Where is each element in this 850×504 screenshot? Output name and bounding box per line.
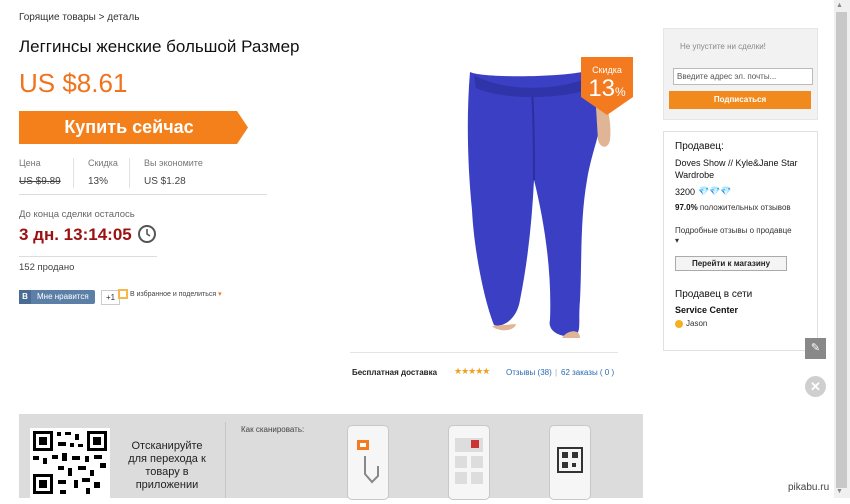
- scroll-down-icon[interactable]: ▼: [836, 488, 843, 495]
- seller-score: 3200: [675, 187, 696, 197]
- qr-code-icon: [30, 428, 110, 498]
- product-title: Леггинсы женские большой Размер: [19, 37, 300, 56]
- vk-like-button[interactable]: В Мне нравится: [19, 290, 95, 304]
- price-stats: Цена US $9.89 Скидка 13% Вы экономите US…: [19, 158, 267, 195]
- product-price: US $8.61: [19, 68, 128, 98]
- breadcrumb[interactable]: Горящие товары > деталь: [19, 12, 139, 23]
- vk-like-label: Мне нравится: [37, 292, 89, 301]
- edit-icon[interactable]: ✎: [805, 338, 826, 359]
- stat-price-value: US $9.89: [19, 176, 61, 187]
- stat-price-label: Цена: [19, 158, 41, 168]
- subscribe-button[interactable]: Подписаться: [669, 91, 811, 109]
- chevron-down-icon: ▾: [218, 290, 222, 298]
- newsletter-text: Не упустите ни сделки!: [680, 42, 766, 51]
- deal-countdown-label: До конца сделки осталось: [19, 209, 135, 220]
- sold-count: 152 продано: [19, 262, 75, 273]
- scroll-up-icon[interactable]: ▲: [836, 2, 843, 9]
- reviews-link[interactable]: Отзывы (38): [506, 368, 552, 377]
- go-to-store-button[interactable]: Перейти к магазину: [675, 256, 787, 271]
- divider: [19, 256, 157, 257]
- chevron-down-icon: ▾: [675, 236, 680, 245]
- stat-savings-value: US $1.28: [144, 176, 186, 187]
- stat-savings: Вы экономите US $1.28: [144, 158, 203, 187]
- close-icon[interactable]: ✕: [805, 376, 826, 397]
- how-to-scan-label: Как сканировать:: [241, 425, 305, 434]
- stat-divider: [129, 158, 130, 188]
- phone-step-1-icon: [347, 425, 389, 500]
- stat-divider: [73, 158, 74, 188]
- stat-discount-value: 13%: [88, 176, 109, 187]
- share-icon: [118, 289, 128, 299]
- buy-now-button[interactable]: Купить сейчас: [19, 111, 248, 144]
- seller-details-link[interactable]: Подробные отзывы о продавце ▾: [675, 226, 810, 246]
- watermark: pikabu.ru: [788, 482, 830, 493]
- phone-step-2-icon: [448, 425, 490, 500]
- phone-step-3-icon: [549, 425, 591, 500]
- free-shipping: Бесплатная доставка: [352, 368, 438, 377]
- favorite-share-label: В избранное и поделиться: [129, 290, 217, 298]
- service-center-label: Service Center: [675, 305, 739, 315]
- divider: [225, 422, 226, 498]
- stat-price: Цена US $9.89: [19, 158, 61, 187]
- scrollbar-thumb[interactable]: [836, 12, 847, 488]
- orders-link[interactable]: 62 заказы ( 0 ): [561, 368, 614, 377]
- buy-now-label: Купить сейчас: [64, 117, 194, 137]
- rating-stars: ★★★★★: [454, 366, 490, 376]
- stat-discount: Скидка 13%: [88, 158, 118, 187]
- vk-logo-icon: В: [19, 290, 31, 304]
- stat-discount-label: Скидка: [88, 158, 118, 168]
- divider: [350, 352, 618, 353]
- discount-badge-label: Скидка: [592, 65, 622, 75]
- chat-user-link[interactable]: Jason: [675, 319, 707, 328]
- separator: |: [555, 368, 558, 377]
- email-field[interactable]: [673, 68, 813, 85]
- qr-instruction-text: Отсканируйте для перехода к товару в при…: [128, 440, 206, 491]
- seller-name-link[interactable]: Doves Show // Kyle&Jane Star Wardrobe: [675, 157, 805, 181]
- seller-heading: Продавец:: [675, 141, 724, 152]
- online-heading: Продавец в сети: [675, 289, 753, 300]
- diamond-icon: 💎💎💎: [698, 186, 732, 196]
- online-status-icon: [675, 319, 683, 328]
- stat-savings-label: Вы экономите: [144, 158, 203, 168]
- discount-badge: Скидка 13%: [581, 57, 633, 115]
- seller-positive-feedback: 97.0% положительных отзывов: [675, 203, 791, 212]
- deal-countdown-timer: 3 дн. 13:14:05: [19, 225, 132, 244]
- clock-icon: [137, 224, 157, 249]
- favorite-share-link[interactable]: В избранное и поделиться ▾: [118, 289, 222, 299]
- discount-badge-value: 13%: [588, 75, 626, 102]
